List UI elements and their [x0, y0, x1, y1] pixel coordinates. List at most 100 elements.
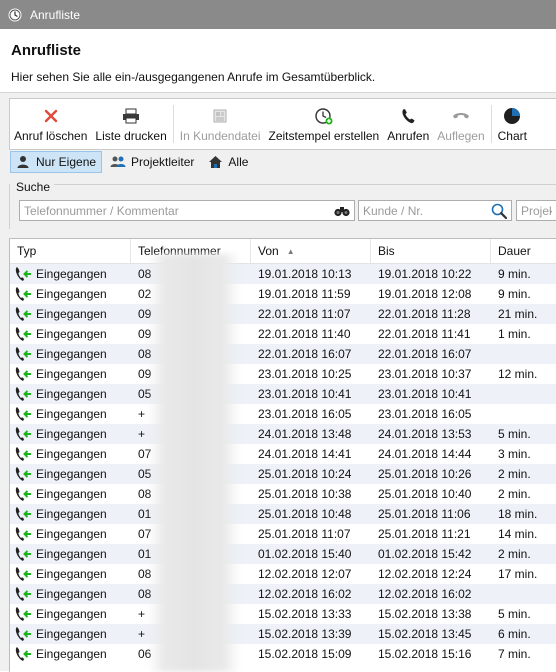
- call-button[interactable]: Anrufen: [383, 99, 433, 149]
- cell-von: 23.01.2018 10:25: [258, 367, 352, 381]
- table-row[interactable]: Eingegangen 08 12.02.2018 16:02 12.02.2018 …: [10, 584, 556, 604]
- cell-von: 23.01.2018 16:05: [258, 407, 352, 421]
- cell-bis: 23.01.2018 10:41: [378, 387, 472, 401]
- cell-dauer: 2 min.: [498, 547, 531, 561]
- incoming-call-icon: [15, 307, 31, 321]
- column-header-bis[interactable]: Bis: [371, 239, 491, 263]
- cell-dauer: 14 min.: [498, 527, 538, 541]
- content-panel: Anruf löschen Liste drucken In Kundendat…: [0, 93, 556, 672]
- cell-typ: Eingegangen: [10, 624, 131, 644]
- column-header-typ[interactable]: Typ: [10, 239, 131, 263]
- cell-dauer: 7 min.: [498, 647, 531, 661]
- filter-own-button[interactable]: Nur Eigene: [10, 151, 103, 173]
- filter-all-button[interactable]: Alle: [203, 152, 253, 172]
- table-row[interactable]: Eingegangen +15.02.2018 13:33 15.02.2018 1…: [10, 604, 556, 624]
- delete-call-label: Anruf löschen: [14, 129, 88, 143]
- customer-search-input[interactable]: [359, 201, 485, 221]
- delete-call-button[interactable]: Anruf löschen: [10, 99, 91, 149]
- cell-von: 15.02.2018 13:33: [258, 607, 352, 621]
- call-type-text: Eingegangen: [36, 547, 107, 561]
- phone-comment-search-input[interactable]: [20, 201, 328, 221]
- print-list-button[interactable]: Liste drucken: [91, 99, 170, 149]
- table-row[interactable]: Eingegangen +24.01.2018 13:48 24.01.2018 1…: [10, 424, 556, 444]
- cell-typ: Eingegangen: [10, 524, 131, 544]
- cell-bis: 01.02.2018 15:42: [378, 547, 472, 561]
- cell-von: 23.01.2018 10:41: [258, 387, 352, 401]
- cell-von: 25.01.2018 10:48: [258, 507, 352, 521]
- table-row[interactable]: Eingegangen 05 25.01.2018 10:24 25.01.2018 …: [10, 464, 556, 484]
- table-row[interactable]: Eingegangen 02 19.01.2018 11:59 19.01.2018 …: [10, 284, 556, 304]
- incoming-call-icon: [15, 587, 31, 601]
- table-body: Eingegangen 08 19.01.2018 10:13 19.01.2018 …: [10, 264, 556, 664]
- incoming-call-icon: [15, 487, 31, 501]
- cell-telefonnummer: 06: [138, 647, 152, 661]
- table-row[interactable]: Eingegangen 01 01.02.2018 15:40 01.02.2018 …: [10, 544, 556, 564]
- cell-dauer: 6 min.: [498, 627, 531, 641]
- table-row[interactable]: Eingegangen 08 19.01.2018 10:13 19.01.2018 …: [10, 264, 556, 284]
- project-search-field[interactable]: [516, 200, 556, 221]
- cell-dauer: 2 min.: [498, 467, 531, 481]
- table-row[interactable]: Eingegangen 09 23.01.2018 10:25 23.01.2018 …: [10, 364, 556, 384]
- table-row[interactable]: Eingegangen 09 22.01.2018 11:07 22.01.2018 …: [10, 304, 556, 324]
- call-type-text: Eingegangen: [36, 367, 107, 381]
- table-row[interactable]: Eingegangen +23.01.2018 16:05 23.01.2018 1…: [10, 404, 556, 424]
- chart-button[interactable]: Chart: [494, 99, 531, 149]
- phone-icon: [400, 105, 416, 127]
- table-row[interactable]: Eingegangen 06 15.02.2018 15:09 15.02.2018 …: [10, 644, 556, 664]
- cell-bis: 23.01.2018 10:37: [378, 367, 472, 381]
- binoculars-icon[interactable]: [333, 203, 351, 219]
- table-row[interactable]: Eingegangen 08 22.01.2018 16:07 22.01.2018 …: [10, 344, 556, 364]
- table-row[interactable]: Eingegangen 07 25.01.2018 11:07 25.01.2018 …: [10, 524, 556, 544]
- call-label: Anrufen: [387, 129, 430, 143]
- table-row[interactable]: Eingegangen 08 25.01.2018 10:38 25.01.2018 …: [10, 484, 556, 504]
- cell-typ: Eingegangen: [10, 544, 131, 564]
- cell-bis: 19.01.2018 12:08: [378, 287, 472, 301]
- sort-ascending-icon: ▲: [286, 247, 295, 256]
- cell-von: 22.01.2018 11:07: [258, 307, 351, 321]
- customer-search-field[interactable]: [358, 200, 512, 221]
- filter-projectlead-button[interactable]: Projektleiter: [106, 152, 199, 172]
- hangup-button[interactable]: Auflegen: [433, 99, 488, 149]
- incoming-call-icon: [15, 287, 31, 301]
- cell-bis: 12.02.2018 16:02: [378, 587, 472, 601]
- cell-von: 12.02.2018 16:02: [258, 587, 352, 601]
- table-row[interactable]: Eingegangen 05 23.01.2018 10:41 23.01.2018 …: [10, 384, 556, 404]
- phone-comment-search-field[interactable]: [19, 200, 355, 221]
- project-search-input[interactable]: [517, 201, 556, 221]
- table-row[interactable]: Eingegangen 08 12.02.2018 12:07 12.02.2018 …: [10, 564, 556, 584]
- cell-dauer: 9 min.: [498, 287, 531, 301]
- cell-typ: Eingegangen: [10, 564, 131, 584]
- cell-telefonnummer: 09: [138, 327, 152, 341]
- call-type-text: Eingegangen: [36, 587, 107, 601]
- cell-bis: 25.01.2018 10:26: [378, 467, 472, 481]
- table-row[interactable]: Eingegangen +15.02.2018 13:39 15.02.2018 1…: [10, 624, 556, 644]
- create-timestamp-button[interactable]: Zeitstempel erstellen: [265, 99, 384, 149]
- create-timestamp-label: Zeitstempel erstellen: [268, 129, 380, 143]
- call-type-text: Eingegangen: [36, 447, 107, 461]
- customer-file-button[interactable]: In Kundendatei: [176, 99, 265, 149]
- cell-von: 22.01.2018 16:07: [258, 347, 352, 361]
- table-row[interactable]: Eingegangen 07 24.01.2018 14:41 24.01.2018 …: [10, 444, 556, 464]
- cell-dauer: 18 min.: [498, 507, 538, 521]
- pie-chart-icon: [503, 105, 521, 127]
- magnifier-icon[interactable]: [490, 203, 508, 219]
- cell-dauer: 3 min.: [498, 447, 531, 461]
- table-row[interactable]: Eingegangen 01 25.01.2018 10:48 25.01.2018 …: [10, 504, 556, 524]
- cell-von: 25.01.2018 10:24: [258, 467, 352, 481]
- cell-bis: 15.02.2018 15:16: [378, 647, 472, 661]
- cell-bis: 22.01.2018 11:41: [378, 327, 471, 341]
- call-type-text: Eingegangen: [36, 327, 107, 341]
- table-row[interactable]: Eingegangen 09 22.01.2018 11:40 22.01.2018 …: [10, 324, 556, 344]
- cell-telefonnummer: 07: [138, 447, 152, 461]
- column-header-telefonnummer[interactable]: Telefonnummer: [131, 239, 251, 263]
- column-header-dauer[interactable]: Dauer: [491, 239, 556, 263]
- column-header-von[interactable]: Von ▲: [251, 239, 371, 263]
- window-titlebar: Anrufliste: [0, 0, 556, 29]
- filter-all-label: Alle: [228, 155, 249, 169]
- incoming-call-icon: [15, 387, 31, 401]
- cell-dauer: [491, 384, 556, 404]
- cell-dauer: [491, 584, 556, 604]
- call-type-text: Eingegangen: [36, 287, 107, 301]
- cell-typ: Eingegangen: [10, 604, 131, 624]
- call-type-text: Eingegangen: [36, 307, 107, 321]
